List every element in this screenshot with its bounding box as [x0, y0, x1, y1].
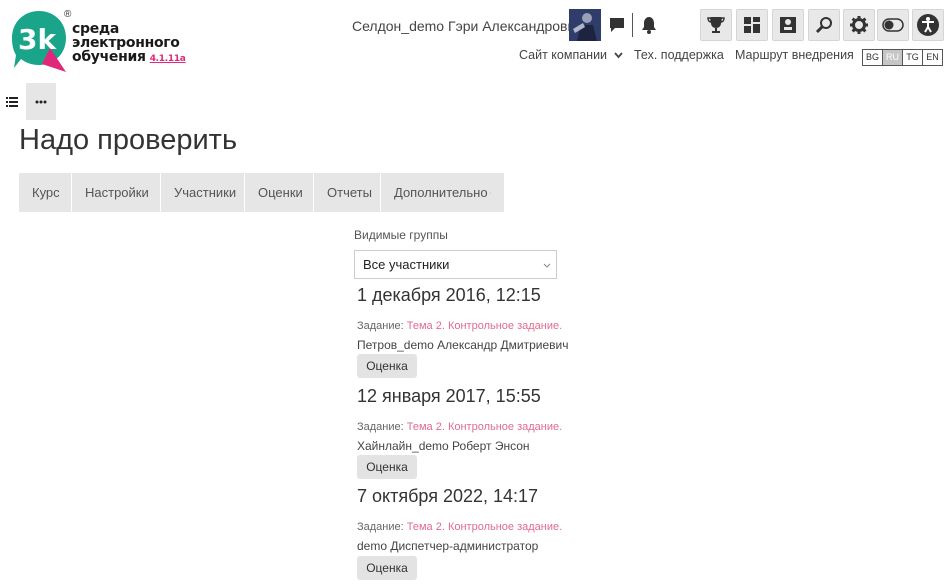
svg-text:3k: 3k — [18, 23, 57, 56]
more-button[interactable] — [26, 83, 56, 120]
tab-settings[interactable]: Настройки — [72, 173, 161, 212]
list-icon — [6, 96, 18, 107]
entry-date: 12 января 2017, 15:55 — [357, 386, 541, 406]
lang-bg[interactable]: BG — [863, 50, 883, 65]
tab-course[interactable]: Курс — [19, 173, 72, 212]
search-button[interactable] — [808, 9, 840, 41]
puzzle-button[interactable] — [772, 9, 804, 41]
task-link[interactable]: Тема 2. Контрольное задание. — [407, 320, 562, 332]
entry-person: Хайнлайн_demo Роберт Энсон — [357, 439, 530, 453]
entry-task: Задание: Тема 2. Контрольное задание. — [357, 320, 563, 332]
tab-reports[interactable]: Отчеты — [314, 173, 381, 212]
nav-route[interactable]: Маршрут внедрения — [735, 48, 854, 62]
settings-button[interactable] — [843, 9, 875, 41]
entry-date: 1 декабря 2016, 12:15 — [357, 285, 541, 305]
trophy-button[interactable] — [700, 9, 732, 41]
nav-company-site[interactable]: Сайт компании — [519, 48, 623, 62]
task-link[interactable]: Тема 2. Контрольное задание. — [407, 521, 562, 533]
task-link[interactable]: Тема 2. Контрольное задание. — [407, 421, 562, 433]
course-tabs: Курс Настройки Участники Оценки Отчеты Д… — [19, 173, 504, 212]
chevron-down-icon — [543, 263, 551, 268]
bell-icon[interactable] — [639, 14, 659, 36]
more-icon — [35, 100, 47, 103]
toggle-button[interactable] — [877, 9, 909, 41]
logo-text: среда электронного обучения 4.1.11a — [72, 22, 186, 66]
dashboard-icon — [744, 17, 760, 33]
trophy-icon — [707, 17, 725, 33]
entry-person: demo Диспетчер-администратор — [357, 539, 539, 553]
search-icon — [815, 17, 832, 34]
logo-version: 4.1.11a — [149, 54, 186, 64]
language-switcher: BG RU TG EN — [862, 49, 943, 66]
accessibility-icon — [917, 14, 939, 36]
chevron-down-icon — [489, 192, 491, 194]
logo-line-3: обучения 4.1.11a — [72, 49, 186, 65]
groups-label: Видимые группы — [354, 228, 448, 242]
user-name[interactable]: Селдон_demo Гэри Александрович — [352, 18, 583, 34]
list-toggle-button[interactable] — [0, 83, 24, 120]
toggle-icon — [882, 18, 904, 32]
lang-en[interactable]: EN — [923, 50, 942, 65]
dashboard-button[interactable] — [736, 9, 768, 41]
entry-person: Петров_demo Александр Дмитриевич — [357, 338, 569, 352]
logo-line-1: среда — [72, 21, 120, 37]
tab-participants[interactable]: Участники — [161, 173, 245, 212]
lang-ru[interactable]: RU — [883, 50, 903, 65]
registered-mark: ® — [64, 9, 72, 20]
entry-task: Задание: Тема 2. Контрольное задание. — [357, 421, 563, 433]
avatar[interactable] — [569, 9, 601, 41]
grade-button[interactable]: Оценка — [357, 354, 417, 378]
tab-more[interactable]: Дополнительно — [381, 173, 504, 212]
groups-select[interactable]: Все участники — [354, 250, 557, 279]
entry-task: Задание: Тема 2. Контрольное задание. — [357, 521, 563, 533]
page-title: Надо проверить — [19, 124, 238, 156]
accessibility-button[interactable] — [912, 9, 944, 41]
puzzle-icon — [780, 17, 796, 33]
nav-support[interactable]: Тех. поддержка — [634, 48, 724, 62]
gear-icon — [850, 16, 868, 34]
grade-button[interactable]: Оценка — [357, 455, 417, 479]
grade-button[interactable]: Оценка — [357, 556, 417, 580]
chevron-down-icon — [613, 52, 623, 59]
entry-date: 7 октября 2022, 14:17 — [357, 486, 539, 506]
lang-tg[interactable]: TG — [903, 50, 923, 65]
divider — [632, 13, 633, 37]
message-icon[interactable] — [607, 14, 627, 36]
tab-grades[interactable]: Оценки — [245, 173, 314, 212]
logo-line-2: электронного — [72, 35, 180, 51]
